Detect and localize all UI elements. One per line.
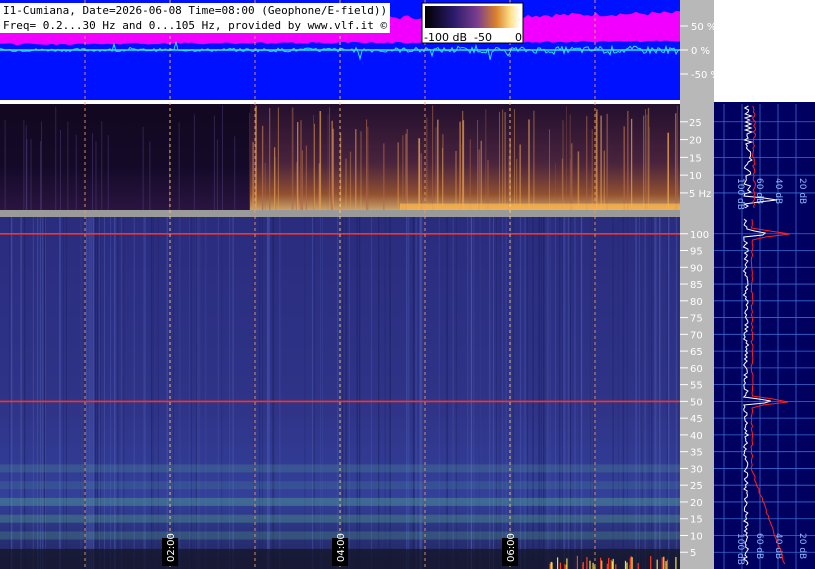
high-y-tick-label: 60 (690, 364, 703, 375)
high-y-tick-label: 5 (690, 548, 696, 559)
colorbar-gradient (425, 6, 520, 28)
high-y-tick-label: 25 (690, 481, 703, 492)
waveform-y-tick-label: -50 % (691, 70, 720, 81)
high-y-tick-label: 85 (690, 280, 703, 291)
high-y-tick-label: 40 (690, 431, 703, 442)
station-title: I1-Cumiana, Date=2026-06-08 Time=08:00 (… (0, 3, 391, 18)
high-y-tick-label: 15 (690, 515, 703, 526)
low-y-tick-label: 20 (689, 136, 702, 147)
low-y-tick-label: 10 (689, 171, 702, 182)
time-tick-label: 02:00 (166, 533, 177, 562)
high-y-tick-label: 45 (690, 414, 703, 425)
spectrogram-low-floor (400, 203, 680, 210)
right-panel-bg (714, 102, 815, 569)
spectrum-high-db-label: 60 dB (754, 533, 764, 559)
high-y-tick-label: 80 (690, 297, 703, 308)
time-tick-label: 04:00 (336, 533, 347, 562)
spectrum-high-db-label: 20 dB (797, 533, 807, 559)
colorbar-label-mid: -50 (474, 31, 492, 44)
vlf-chart: 100 dB 60 dB 40 dB 20 dB100 dB 60 dB 40 dB 20 … (0, 0, 815, 569)
low-y-tick-label: 25 (689, 118, 702, 129)
spectrum-high-db-label: 100 dB (735, 533, 745, 565)
high-y-tick-label: 65 (690, 347, 703, 358)
low-y-tick-label: 5 Hz (689, 189, 711, 200)
high-y-tick-label: 20 (690, 498, 703, 509)
high-y-tick-label: 35 (690, 448, 703, 459)
colorbar-label-min: -100 dB (424, 31, 467, 44)
high-y-tick-label: 30 (690, 464, 703, 475)
spectrum-low-db-label: 20 dB (797, 178, 807, 204)
high-y-tick-label: 75 (690, 314, 703, 325)
high-y-tick-label: 100 (690, 230, 709, 241)
waveform-y-tick-label: 50 % (691, 22, 716, 33)
waveform-y-tick-label: 0 % (691, 46, 710, 57)
frequency-caption: Freq= 0.2...30 Hz and 0...105 Hz, provid… (0, 18, 391, 33)
high-y-tick-label: 90 (690, 263, 703, 274)
spectrum-low-db-label: 100 dB (735, 178, 745, 210)
spectrum-high-db-label: 40 dB (773, 533, 783, 559)
vlf-monitor: 100 dB 60 dB 40 dB 20 dB 100 dB 60 dB 40 dB 20 … (0, 0, 815, 569)
time-tick-label: 06:00 (506, 533, 517, 562)
high-y-tick-label: 55 (690, 381, 703, 392)
spectrum-low-db-label: 60 dB (754, 178, 764, 204)
high-y-tick-label: 10 (690, 531, 703, 542)
high-y-tick-label: 95 (690, 247, 703, 258)
high-y-tick-label: 50 (690, 397, 703, 408)
colorbar-label-max: 0 (515, 31, 522, 44)
low-y-tick-label: 15 (689, 153, 702, 164)
high-y-tick-label: 70 (690, 330, 703, 341)
